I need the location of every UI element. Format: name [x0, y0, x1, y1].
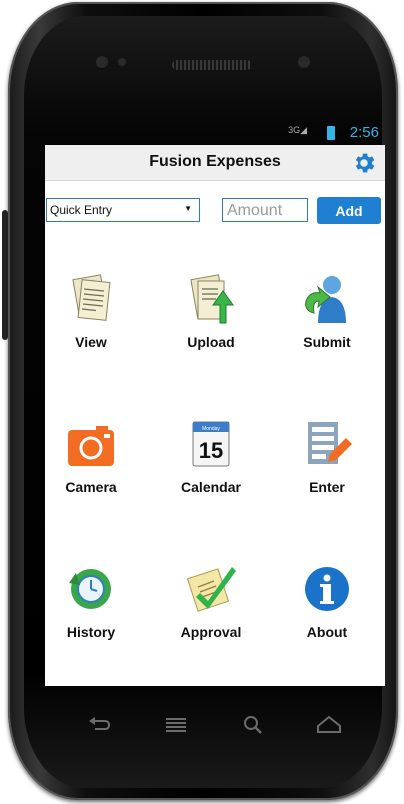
front-camera: [298, 56, 310, 68]
side-volume-button: [2, 210, 8, 340]
calendar-day-text: 15: [199, 438, 223, 463]
tile-history-label: History: [66, 624, 116, 640]
tile-about[interactable]: About: [277, 563, 377, 663]
tile-calendar[interactable]: Monday 15 Calendar: [161, 418, 261, 518]
back-icon[interactable]: [87, 714, 113, 736]
entry-type-select[interactable]: Quick Entry ▼: [46, 198, 200, 222]
tile-approval[interactable]: Approval: [161, 563, 261, 663]
tile-history[interactable]: History: [45, 563, 141, 663]
amount-input[interactable]: [222, 198, 308, 222]
approval-check-icon: [186, 567, 236, 612]
title-bar: Fusion Expenses: [45, 145, 385, 181]
entry-type-value: Quick Entry: [50, 203, 113, 217]
add-button[interactable]: Add: [317, 197, 381, 224]
tile-enter[interactable]: Enter: [277, 418, 377, 518]
receipts-icon: [72, 274, 111, 321]
front-sensor: [96, 56, 108, 68]
signal-icon: 3G◢: [288, 125, 307, 135]
tile-upload[interactable]: Upload: [161, 273, 261, 373]
home-icon[interactable]: [315, 714, 343, 736]
earpiece-speaker: [172, 60, 252, 70]
front-sensor-small: [118, 58, 126, 66]
system-nav-bar: [45, 700, 385, 750]
calendar-month-text: Monday: [202, 426, 220, 432]
camera-icon: [68, 426, 114, 466]
tile-about-label: About: [306, 624, 348, 640]
tile-upload-label: Upload: [187, 334, 235, 350]
info-icon: [305, 567, 349, 611]
tile-approval-label: Approval: [180, 624, 242, 640]
dropdown-arrow-icon: ▼: [184, 204, 192, 213]
app-screen: Fusion Expenses Quick Entry ▼ Add View: [45, 145, 385, 686]
tile-enter-label: Enter: [309, 479, 345, 495]
calendar-icon: Monday 15: [192, 421, 230, 467]
status-bar: 3G◢ 2:56: [45, 122, 385, 144]
history-icon: [69, 569, 111, 609]
search-icon[interactable]: [241, 714, 267, 736]
app-title: Fusion Expenses: [149, 153, 281, 170]
gear-icon[interactable]: [351, 150, 377, 176]
tile-calendar-label: Calendar: [181, 479, 241, 495]
tile-camera-label: Camera: [65, 479, 117, 495]
tile-camera[interactable]: Camera: [45, 418, 141, 518]
battery-icon: [327, 126, 335, 140]
form-edit-icon: [308, 422, 352, 464]
menu-icon[interactable]: [163, 714, 189, 736]
tile-view[interactable]: View: [45, 273, 141, 373]
tile-submit-label: Submit: [303, 334, 351, 350]
status-time: 2:56: [349, 124, 379, 141]
upload-receipt-icon: [190, 274, 234, 324]
user-submit-icon: [305, 276, 346, 323]
tile-view-label: View: [75, 334, 107, 350]
tile-submit[interactable]: Submit: [277, 273, 377, 373]
